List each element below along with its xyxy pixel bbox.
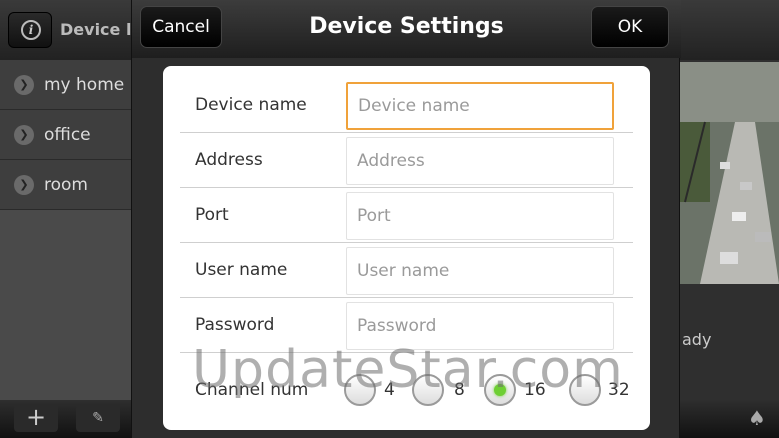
device-list-empty-area [0,210,131,400]
channel-radio-4[interactable] [344,374,376,406]
device-list: ❯ my home ❯ office ❯ room [0,60,131,400]
info-button[interactable]: i [8,12,52,48]
password-label: Password [195,315,275,335]
channel-option-label: 4 [384,380,395,400]
address-label: Address [195,150,263,170]
device-label: office [44,124,91,145]
channel-radio-16[interactable] [484,374,516,406]
user-name-row: User name [180,243,633,298]
address-field[interactable] [346,137,614,185]
drop-icon[interactable]: ♠ [742,404,772,432]
device-label: my home [44,74,125,95]
connection-status: ady [682,330,712,349]
channel-option-label: 16 [524,380,546,400]
device-name-field[interactable] [346,82,614,130]
user-name-field[interactable] [346,247,614,295]
chevron-right-icon: ❯ [14,74,34,95]
device-label: room [44,174,88,195]
info-icon: i [21,20,41,40]
edit-button[interactable]: ✎ [76,404,120,432]
device-name-label: Device name [195,95,307,115]
channel-num-row: Channel num 4 8 16 32 [180,365,633,415]
address-row: Address [180,133,633,188]
channel-radio-8[interactable] [412,374,444,406]
password-field[interactable] [346,302,614,350]
port-label: Port [195,205,229,225]
device-settings-dialog: Cancel Device Settings OK Device name Ad… [131,0,681,438]
plus-icon: + [25,403,47,431]
channel-option-label: 8 [454,380,465,400]
settings-form: Device name Address Port User name Passw… [163,66,650,430]
device-name-row: Device name [180,78,633,133]
ok-button[interactable]: OK [591,6,669,48]
chevron-right-icon: ❯ [14,174,34,195]
pencil-icon: ✎ [92,410,104,426]
channel-option-label: 32 [608,380,630,400]
camera-preview-image [680,62,779,284]
device-list-item[interactable]: ❯ my home [0,60,131,110]
channel-num-label: Channel num [195,380,309,400]
device-list-item[interactable]: ❯ office [0,110,131,160]
channel-radio-32[interactable] [569,374,601,406]
device-list-item[interactable]: ❯ room [0,160,131,210]
user-name-label: User name [195,260,288,280]
chevron-right-icon: ❯ [14,124,34,145]
port-field[interactable] [346,192,614,240]
port-row: Port [180,188,633,243]
password-row: Password [180,298,633,353]
add-device-button[interactable]: + [14,404,58,432]
radio-selected-dot [494,384,506,396]
app-screen: i Device list ❯ my home ❯ office ❯ room [0,0,779,438]
